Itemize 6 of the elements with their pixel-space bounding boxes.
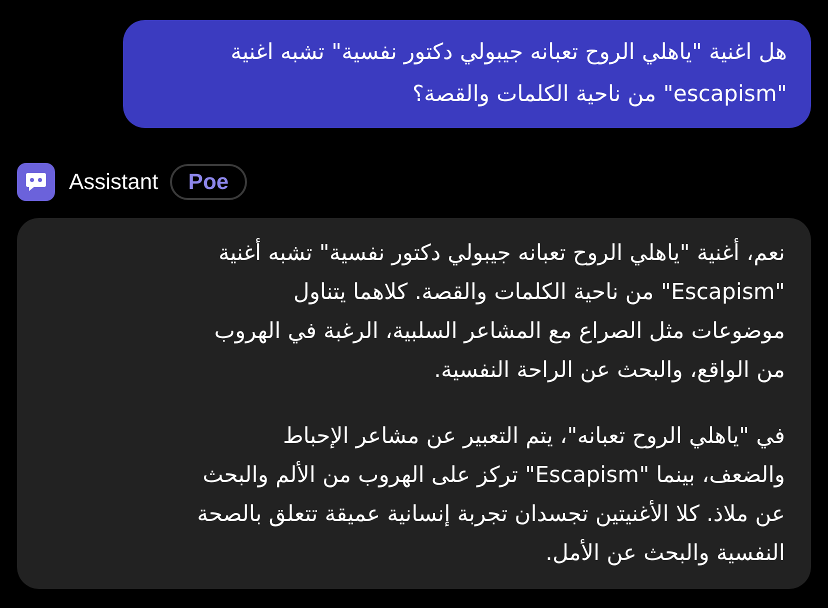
sender-name: Assistant [69,169,158,195]
bot-badge: Poe [170,164,247,200]
chat-bubble-icon [17,163,55,201]
message-paragraph: نعم، أغنية "ياهلي الروح تعبانه جيبولي دكتور نفسية" تشبه أغنية "Escapism" من ناحية الكلمات والقصة. كلاهما يتناول موضوعات مثل الصراع مع المشاعر السلبية، الرغبة في الهروب من الواقع، والبحث عن الراحة النفسية. [197,234,785,390]
user-message: هل اغنية "ياهلي الروح تعبانه جيبولي دكتور نفسية" تشبه اغنية "escapism" من ناحية الكلمات والقصة؟ [123,20,811,128]
message-paragraph: في "ياهلي الروح تعبانه"، يتم التعبير عن مشاعر الإحباط والضعف، بينما "Escapism" تركز على الهروب من الألم والبحث عن ملاذ. كلا الأغنيتين تجسدان تجربة إنسانية عميقة تتعلق بالصحة النفسية والبحث عن الأمل. [197,423,785,568]
